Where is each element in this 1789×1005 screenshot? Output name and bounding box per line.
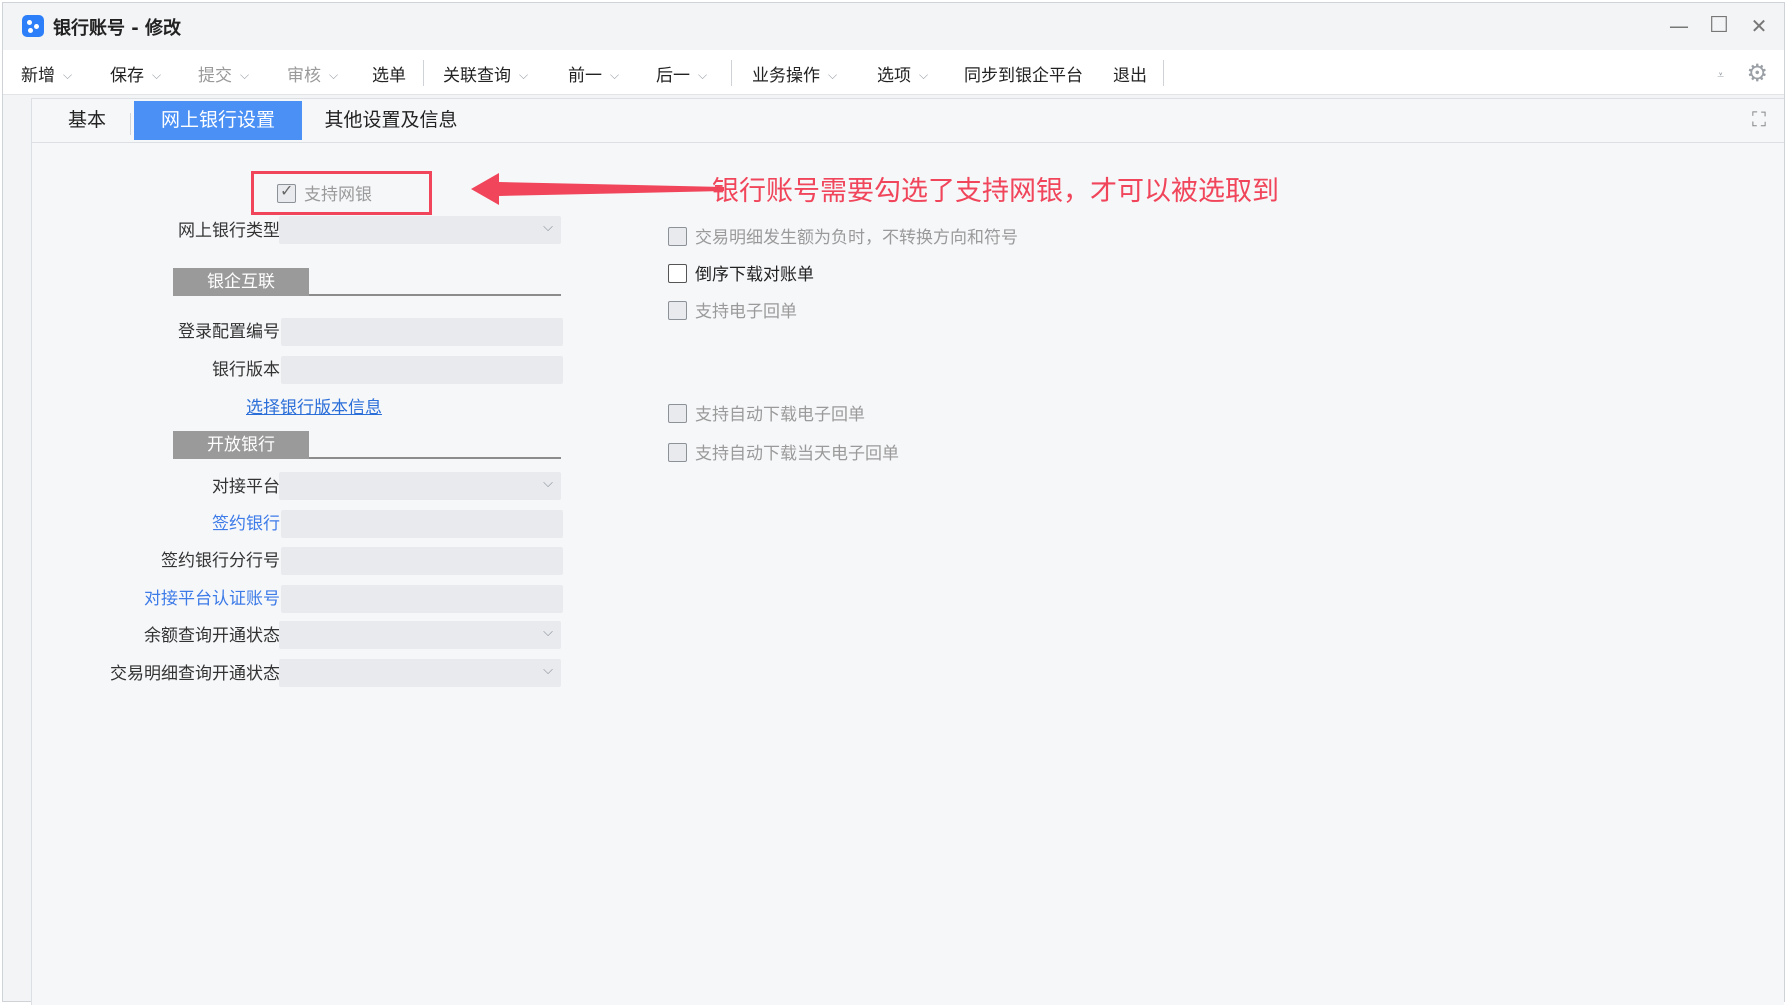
title-bar: 银行账号 - 修改 — ☐ ✕ bbox=[3, 3, 1784, 49]
tab-divider bbox=[130, 113, 131, 135]
chevron-down-icon: ⌵ bbox=[543, 625, 553, 640]
business-ops-button[interactable]: 业务操作 ⌵ bbox=[752, 61, 837, 86]
auto-download-today-receipt-label: 支持自动下载当天电子回单 bbox=[695, 444, 899, 464]
detail-query-status-label: 交易明细查询开通状态 bbox=[110, 664, 280, 684]
close-icon[interactable]: ✕ bbox=[1746, 13, 1772, 39]
toolbar-divider bbox=[1163, 60, 1164, 86]
business-ops-label: 业务操作 bbox=[752, 66, 820, 86]
login-config-no-label: 登录配置编号 bbox=[178, 322, 280, 342]
audit-button[interactable]: 审核 ⌵ bbox=[287, 61, 338, 86]
chevron-down-icon[interactable]: ⌵ bbox=[610, 68, 619, 83]
contract-bank-input[interactable] bbox=[281, 510, 563, 538]
annotation-arrow-icon bbox=[471, 173, 724, 205]
toolbar-divider bbox=[731, 60, 732, 86]
chevron-down-icon[interactable]: ⌵ bbox=[152, 68, 161, 83]
prev-label: 前一 bbox=[568, 66, 602, 86]
section-divider bbox=[309, 294, 561, 296]
submit-button[interactable]: 提交 ⌵ bbox=[198, 61, 249, 86]
new-button[interactable]: 新增 ⌵ bbox=[21, 61, 72, 86]
checkbox-box[interactable] bbox=[668, 300, 687, 320]
next-label: 后一 bbox=[656, 66, 690, 86]
submit-label: 提交 bbox=[198, 66, 232, 86]
online-bank-type-select[interactable]: ⌵ bbox=[279, 216, 561, 244]
chevron-down-icon[interactable]: ⌵ bbox=[63, 68, 72, 83]
related-query-button[interactable]: 关联查询 ⌵ bbox=[443, 61, 528, 86]
platform-select[interactable]: ⌵ bbox=[279, 472, 561, 500]
select-bank-version-link[interactable]: 选择银行版本信息 bbox=[246, 393, 382, 418]
expand-icon[interactable]: ⛶ bbox=[1752, 107, 1766, 131]
section-divider bbox=[309, 457, 561, 459]
new-label: 新增 bbox=[21, 66, 55, 86]
tab-other-settings[interactable]: 其他设置及信息 bbox=[312, 101, 470, 140]
toolbar-divider bbox=[423, 60, 424, 86]
contract-branch-no-input[interactable] bbox=[281, 547, 563, 575]
platform-auth-account-label[interactable]: 对接平台认证账号 bbox=[144, 584, 280, 609]
chevron-down-icon[interactable]: ⌵ bbox=[828, 68, 837, 83]
save-button[interactable]: 保存 ⌵ bbox=[110, 61, 161, 86]
audit-label: 审核 bbox=[287, 66, 321, 86]
chevron-down-icon: ⌵ bbox=[543, 663, 553, 678]
login-config-no-input[interactable] bbox=[281, 318, 563, 346]
related-query-label: 关联查询 bbox=[443, 66, 511, 86]
tab-bar: 基本 网上银行设置 其他设置及信息 ⛶ bbox=[32, 99, 1784, 143]
window: 银行账号 - 修改 — ☐ ✕ 新增 ⌵ 保存 ⌵ 提交 ⌵ 审核 ⌵ 选单 关联查询 ⌵… bbox=[2, 2, 1785, 1005]
main-panel: 基本 网上银行设置 其他设置及信息 ⛶ ✓ 支持网银 网上银行类型 ⌵ 银企互联 … bbox=[31, 98, 1784, 1005]
section-bank-enterprise: 银企互联 bbox=[173, 268, 561, 296]
contract-branch-no-label: 签约银行分行号 bbox=[161, 551, 280, 571]
detail-query-status-select[interactable]: ⌵ bbox=[279, 659, 561, 687]
checkbox-box[interactable] bbox=[668, 226, 687, 246]
select-doc-button[interactable]: 选单 bbox=[372, 61, 406, 86]
contract-bank-label[interactable]: 签约银行 bbox=[212, 509, 280, 534]
auto-download-receipt-label: 支持自动下载电子回单 bbox=[695, 405, 865, 425]
next-button[interactable]: 后一 ⌵ bbox=[656, 61, 707, 86]
bank-version-input[interactable] bbox=[281, 356, 563, 384]
no-convert-negative-label: 交易明细发生额为负时，不转换方向和符号 bbox=[695, 228, 1018, 248]
checkbox-box[interactable] bbox=[668, 442, 687, 462]
options-button[interactable]: 选项 ⌵ bbox=[877, 61, 928, 86]
chevron-down-icon[interactable]: ⌵ bbox=[240, 68, 249, 83]
chevron-down-icon[interactable]: ⌵ bbox=[329, 68, 338, 83]
section-open-bank: 开放银行 bbox=[173, 431, 561, 459]
chevron-down-icon: ⌵ bbox=[543, 476, 553, 491]
checkbox-box[interactable] bbox=[668, 403, 687, 423]
chevron-down-icon: ⌵ bbox=[543, 220, 553, 235]
app-icon bbox=[22, 15, 44, 37]
chevron-down-icon[interactable]: ⌵ bbox=[519, 68, 528, 83]
arrow-shape bbox=[471, 173, 724, 205]
bank-version-label: 银行版本 bbox=[212, 360, 280, 380]
no-convert-negative-checkbox[interactable]: 交易明细发生额为负时，不转换方向和符号 bbox=[668, 223, 1018, 248]
section-open-bank-label: 开放银行 bbox=[173, 431, 309, 459]
options-label: 选项 bbox=[877, 66, 911, 86]
section-bank-enterprise-label: 银企互联 bbox=[173, 268, 309, 296]
auto-download-today-receipt-checkbox[interactable]: 支持自动下载当天电子回单 bbox=[668, 439, 899, 464]
online-bank-type-label: 网上银行类型 bbox=[178, 221, 280, 241]
platform-auth-account-input[interactable] bbox=[281, 585, 563, 613]
reverse-download-checkbox[interactable]: 倒序下载对账单 bbox=[668, 260, 814, 285]
chevron-down-icon[interactable]: ⌵ bbox=[919, 68, 928, 83]
save-label: 保存 bbox=[110, 66, 144, 86]
platform-label: 对接平台 bbox=[212, 477, 280, 497]
prev-button[interactable]: 前一 ⌵ bbox=[568, 61, 619, 86]
maximize-icon[interactable]: ☐ bbox=[1706, 13, 1732, 39]
exit-button[interactable]: 退出 bbox=[1113, 61, 1147, 86]
chevron-down-icon[interactable]: ⌵ bbox=[698, 68, 707, 83]
annotation-highlight-box bbox=[251, 171, 432, 215]
balance-query-status-label: 余额查询开通状态 bbox=[144, 626, 280, 646]
reverse-download-label: 倒序下载对账单 bbox=[695, 265, 814, 285]
tab-online-bank-settings[interactable]: 网上银行设置 bbox=[134, 101, 302, 140]
minimize-icon[interactable]: — bbox=[1666, 13, 1692, 39]
support-e-receipt-label: 支持电子回单 bbox=[695, 302, 797, 322]
window-title: 银行账号 - 修改 bbox=[53, 18, 182, 39]
tab-basic[interactable]: 基本 bbox=[52, 101, 122, 140]
checkbox-box[interactable] bbox=[668, 263, 687, 283]
toolbar-collapse-icon[interactable]: ⩡ bbox=[1717, 68, 1724, 83]
annotation-text: 银行账号需要勾选了支持网银，才可以被选取到 bbox=[712, 176, 1279, 207]
auto-download-receipt-checkbox[interactable]: 支持自动下载电子回单 bbox=[668, 400, 865, 425]
sync-button[interactable]: 同步到银企平台 bbox=[964, 61, 1083, 86]
toolbar: 新增 ⌵ 保存 ⌵ 提交 ⌵ 审核 ⌵ 选单 关联查询 ⌵ 前一 ⌵ 后一 ⌵ 业务操作 ⌵ 选… bbox=[3, 50, 1784, 95]
gear-icon[interactable]: ⚙ bbox=[1746, 59, 1768, 87]
support-e-receipt-checkbox[interactable]: 支持电子回单 bbox=[668, 297, 797, 322]
balance-query-status-select[interactable]: ⌵ bbox=[279, 621, 561, 649]
